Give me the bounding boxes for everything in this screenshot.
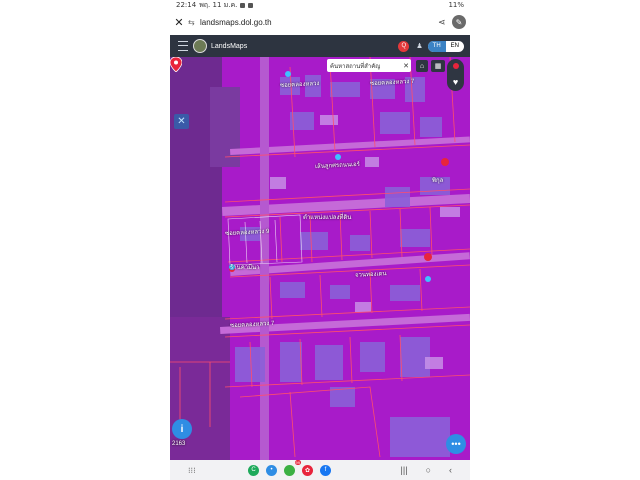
site-settings-icon[interactable]: ⇆ [188, 18, 200, 27]
status-date: พฤ. 11 ม.ค. [199, 0, 238, 9]
search-q-button[interactable]: Q [398, 40, 410, 52]
layer-toggle-icon[interactable]: ✕ [174, 114, 189, 129]
more-options-button[interactable]: ••• [446, 434, 466, 454]
url-text[interactable]: landsmaps.dol.go.th [200, 18, 438, 27]
facebook-app-icon[interactable]: f [320, 464, 331, 476]
status-time: 22:14 [176, 1, 197, 9]
notification-badge: 99 [294, 459, 301, 465]
recent-apps-button[interactable]: ||| [401, 465, 408, 475]
messages-app-icon[interactable]: • [266, 464, 277, 476]
battery-level: 11% [448, 1, 464, 9]
parcel-marker-icon[interactable] [170, 57, 182, 72]
home-icon[interactable]: ⌂ [416, 60, 428, 72]
language-toggle[interactable]: TH EN [427, 40, 464, 52]
android-nav-bar: ⁝⁝⁝ C • 99 ✿ f ||| ○ ‹ [170, 459, 470, 480]
place-label: พิกุล [432, 178, 444, 184]
status-bar: 22:14 พฤ. 11 ม.ค. 11% [170, 0, 470, 10]
road-label: ซอยคลองหลวง [279, 80, 320, 90]
browser-url-bar: ✕ ⇆ landsmaps.dol.go.th ⋖ ✎ [170, 10, 470, 34]
search-input[interactable]: ค้นหาสถานที่สำคัญ [330, 61, 401, 71]
line-app-icon[interactable]: C [248, 464, 259, 476]
chat-app-icon[interactable]: 99 [284, 459, 301, 476]
menu-icon[interactable] [178, 41, 188, 51]
flower-app-icon[interactable]: ✿ [302, 464, 313, 476]
keyboard-icon[interactable]: ▦ [431, 60, 445, 72]
home-button[interactable]: ○ [426, 465, 431, 475]
place-label: จวนทองเดน [354, 271, 387, 279]
app-brand: LandsMaps [211, 42, 248, 50]
land-number-label: 2163 [172, 441, 186, 447]
notification-icon [240, 2, 246, 8]
app-header: LandsMaps Q ♟ TH EN [170, 35, 470, 57]
user-icon[interactable]: ♟ [416, 42, 422, 50]
phone-screen: 22:14 พฤ. 11 ม.ค. 11% ✕ ⇆ landsmaps.dol.… [170, 0, 470, 480]
clear-icon[interactable]: ✕ [401, 62, 411, 70]
image-icon [248, 2, 254, 8]
place-search-box[interactable]: ค้นหาสถานที่สำคัญ ✕ [327, 59, 411, 72]
location-pin-icon[interactable] [452, 63, 459, 70]
favorites-panel: ♥ [447, 59, 464, 91]
landsmaps-logo [193, 39, 207, 53]
share-icon[interactable]: ⋖ [438, 17, 452, 28]
map-canvas[interactable]: ซอยคลองหลวง ซอยคลองหลวง 9 ซอยคลองหลวง 7 … [170, 57, 470, 460]
close-tab-button[interactable]: ✕ [170, 16, 188, 29]
marker-label: ตำแหน่งแปลงที่ดิน [303, 215, 352, 221]
heart-icon[interactable]: ♥ [453, 77, 458, 87]
edit-icon[interactable]: ✎ [452, 15, 466, 29]
map-imagery [170, 57, 470, 460]
info-button[interactable]: i [172, 419, 192, 439]
lang-th-button[interactable]: TH [427, 40, 446, 52]
taskbar-apps: C • 99 ✿ f [248, 459, 401, 476]
place-label: ร้านคามีนา [230, 265, 260, 271]
lang-en-button[interactable]: EN [446, 41, 464, 52]
back-button[interactable]: ‹ [449, 465, 452, 475]
app-drawer-icon[interactable]: ⁝⁝⁝ [188, 466, 248, 475]
